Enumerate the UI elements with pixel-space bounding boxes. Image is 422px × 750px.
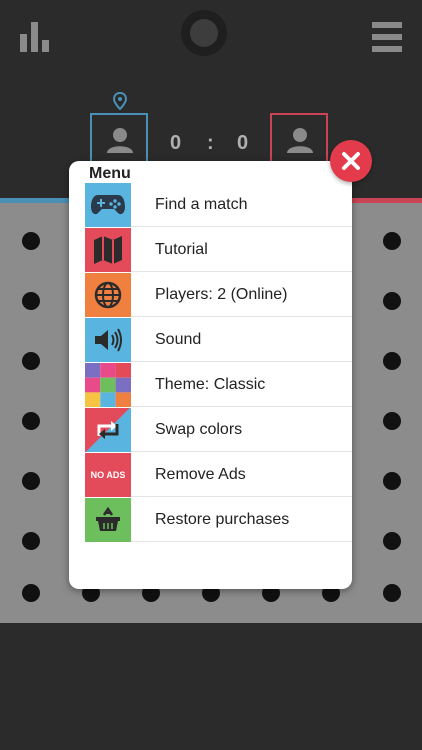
menu-item-restore-purchases[interactable]: Restore purchases: [85, 498, 352, 542]
board-peg[interactable]: [383, 472, 401, 490]
basket-icon: [85, 498, 131, 542]
menu-item-label: Find a match: [155, 196, 248, 213]
score-separator: :: [207, 132, 214, 154]
menu-title: Menu: [89, 165, 131, 182]
menu-item-label: Theme: Classic: [155, 376, 266, 393]
menu-item-players[interactable]: Players: 2 (Online): [85, 273, 352, 317]
close-button[interactable]: [330, 140, 372, 182]
board-peg[interactable]: [22, 472, 40, 490]
board-peg[interactable]: [383, 232, 401, 250]
menu-item-label: Tutorial: [155, 241, 208, 258]
speaker-icon: [85, 318, 131, 362]
menu-item-swap-colors[interactable]: Swap colors: [85, 408, 352, 452]
user-icon: [107, 128, 133, 153]
score-right: 0: [237, 132, 249, 154]
hamburger-icon[interactable]: [372, 22, 402, 52]
globe-icon: [85, 273, 131, 317]
board-peg[interactable]: [22, 232, 40, 250]
menu-item-tutorial[interactable]: Tutorial: [85, 228, 352, 272]
menu-item-find-match[interactable]: Find a match: [85, 183, 352, 227]
gamepad-icon: [85, 183, 131, 227]
bottom-area: [0, 623, 422, 750]
swap-icon: [85, 408, 131, 452]
user-icon: [287, 128, 313, 153]
board-peg[interactable]: [383, 532, 401, 550]
board-peg[interactable]: [383, 584, 401, 602]
board-peg[interactable]: [22, 532, 40, 550]
board-peg[interactable]: [22, 412, 40, 430]
menu-item-label: Remove Ads: [155, 466, 246, 483]
no-ads-icon: NO ADS: [85, 453, 131, 497]
menu-item-label: Swap colors: [155, 421, 243, 438]
close-icon: [342, 152, 360, 170]
board-peg[interactable]: [383, 412, 401, 430]
bar-chart-icon[interactable]: [20, 22, 50, 52]
board-peg[interactable]: [383, 352, 401, 370]
menu-item-remove-ads[interactable]: NO ADS Remove Ads: [85, 453, 352, 497]
board-peg[interactable]: [22, 584, 40, 602]
menu-item-label: Restore purchases: [155, 511, 290, 528]
board-peg[interactable]: [383, 292, 401, 310]
palette-icon: [85, 363, 131, 407]
menu-item-label: Sound: [155, 331, 202, 348]
menu-dialog: Menu Find a match Tutorial Players: 2 (O…: [69, 161, 352, 589]
player-one-avatar: [90, 113, 148, 163]
player-two-avatar: [270, 113, 328, 163]
location-pin-icon: [112, 91, 128, 111]
map-icon: [85, 228, 131, 272]
score-left: 0: [170, 132, 182, 154]
menu-item-theme[interactable]: Theme: Classic: [85, 363, 352, 407]
board-peg[interactable]: [22, 292, 40, 310]
home-button[interactable]: [181, 10, 227, 56]
menu-item-sound[interactable]: Sound: [85, 318, 352, 362]
board-peg[interactable]: [22, 352, 40, 370]
menu-item-label: Players: 2 (Online): [155, 286, 288, 303]
